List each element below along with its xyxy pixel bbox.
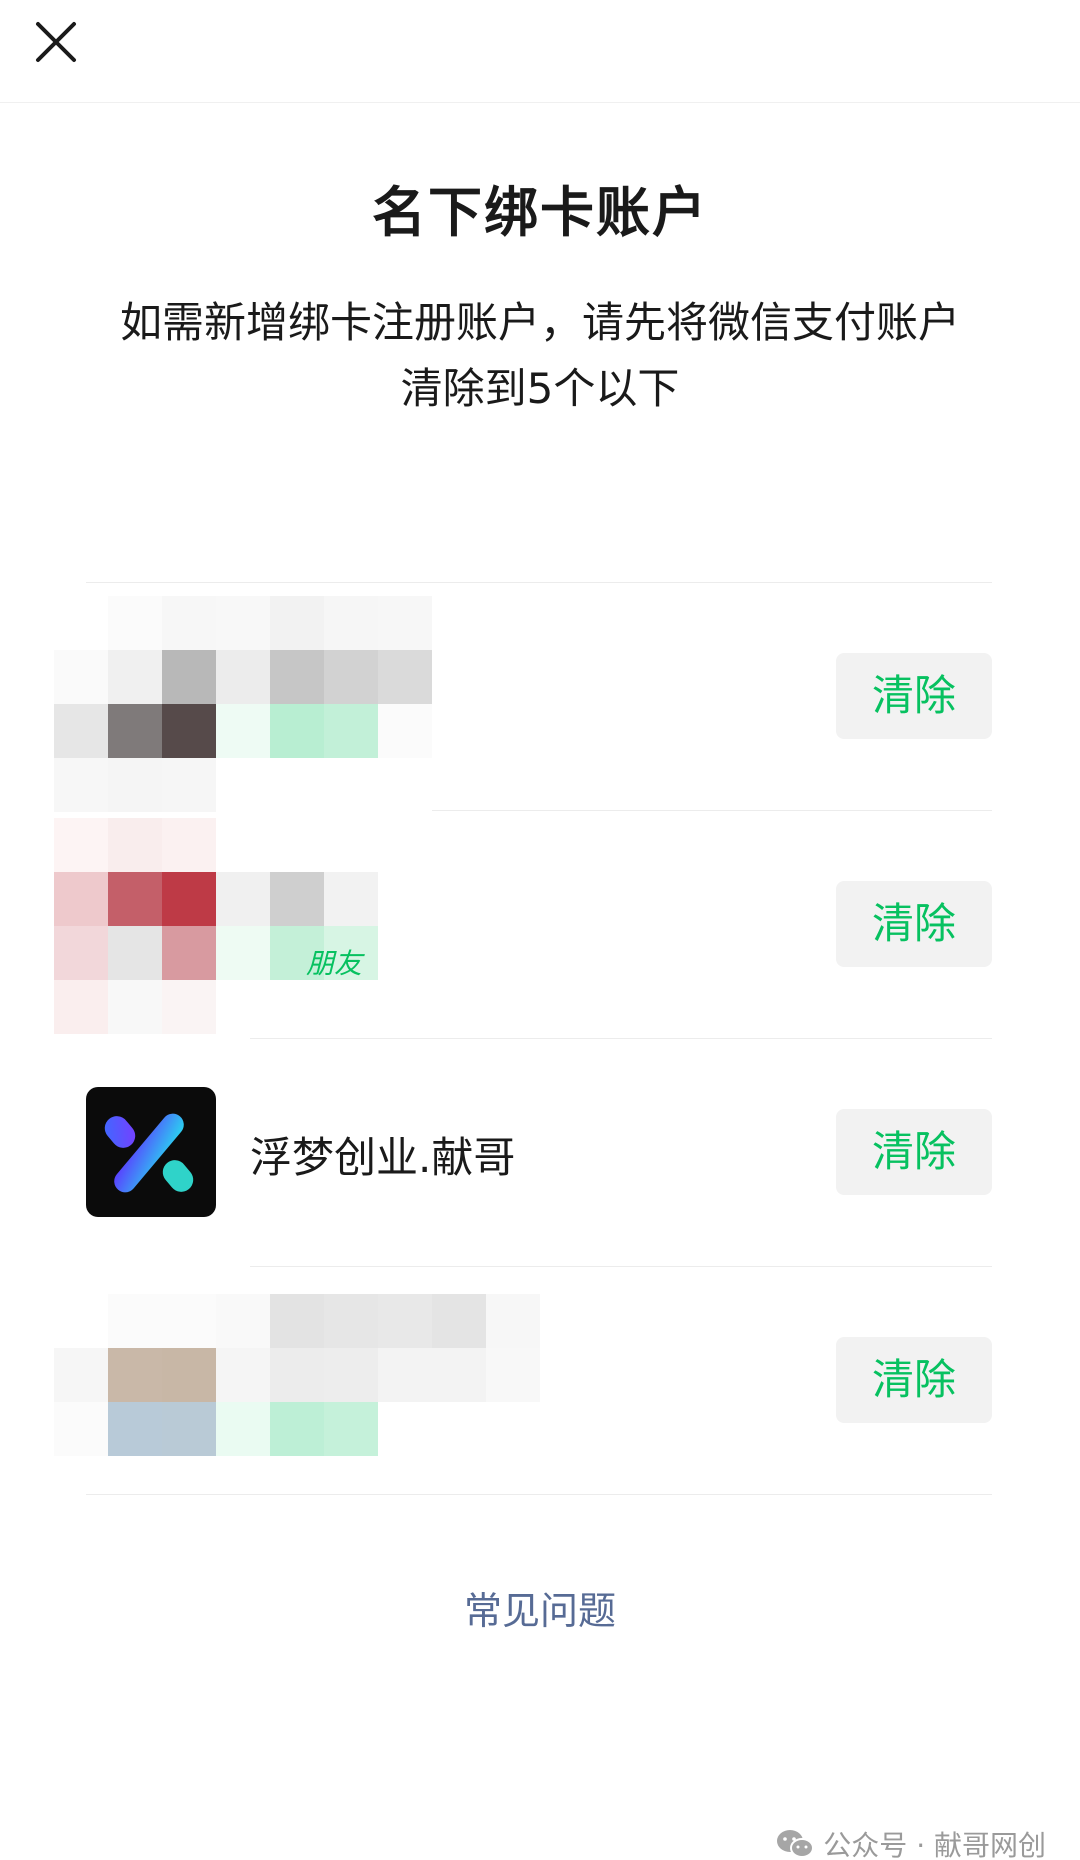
close-icon [36, 22, 76, 62]
account-row: 浮梦创业.献哥 清除 [0, 1038, 1080, 1266]
clear-button[interactable]: 清除 [836, 1337, 992, 1423]
wechat-icon [777, 1830, 815, 1858]
top-bar [0, 0, 1080, 103]
pixelated-account-info [54, 1294, 540, 1456]
page-title: 名下绑卡账户 [372, 181, 708, 244]
watermark: 公众号 · 献哥网创 [775, 1826, 1046, 1860]
clear-button[interactable]: 清除 [836, 653, 992, 739]
watermark-text: 公众号 · 献哥网创 [823, 1829, 1046, 1860]
page-subtitle: 如需新增绑卡注册账户，请先将微信支付账户清除到5个以下 [119, 298, 960, 413]
x-logo-icon [104, 1113, 194, 1193]
account-name: 浮梦创业.献哥 [250, 1133, 516, 1182]
partial-label: 朋友 [306, 947, 363, 980]
account-avatar [86, 1087, 216, 1217]
clear-button[interactable]: 清除 [836, 881, 992, 967]
pixelated-account-info [54, 596, 432, 812]
clear-button[interactable]: 清除 [836, 1109, 992, 1195]
faq-link[interactable]: 常见问题 [0, 1580, 1080, 1635]
page: 名下绑卡账户 如需新增绑卡注册账户，请先将微信支付账户清除到5个以下 清除 朋友… [0, 0, 1080, 1860]
account-row: 清除 [0, 1266, 1080, 1494]
account-row: 清除 [0, 582, 1080, 812]
divider [86, 1494, 992, 1495]
pixelated-account-info [54, 818, 432, 1034]
close-button[interactable] [24, 10, 88, 74]
account-row: 朋友 清除 [0, 810, 1080, 1038]
